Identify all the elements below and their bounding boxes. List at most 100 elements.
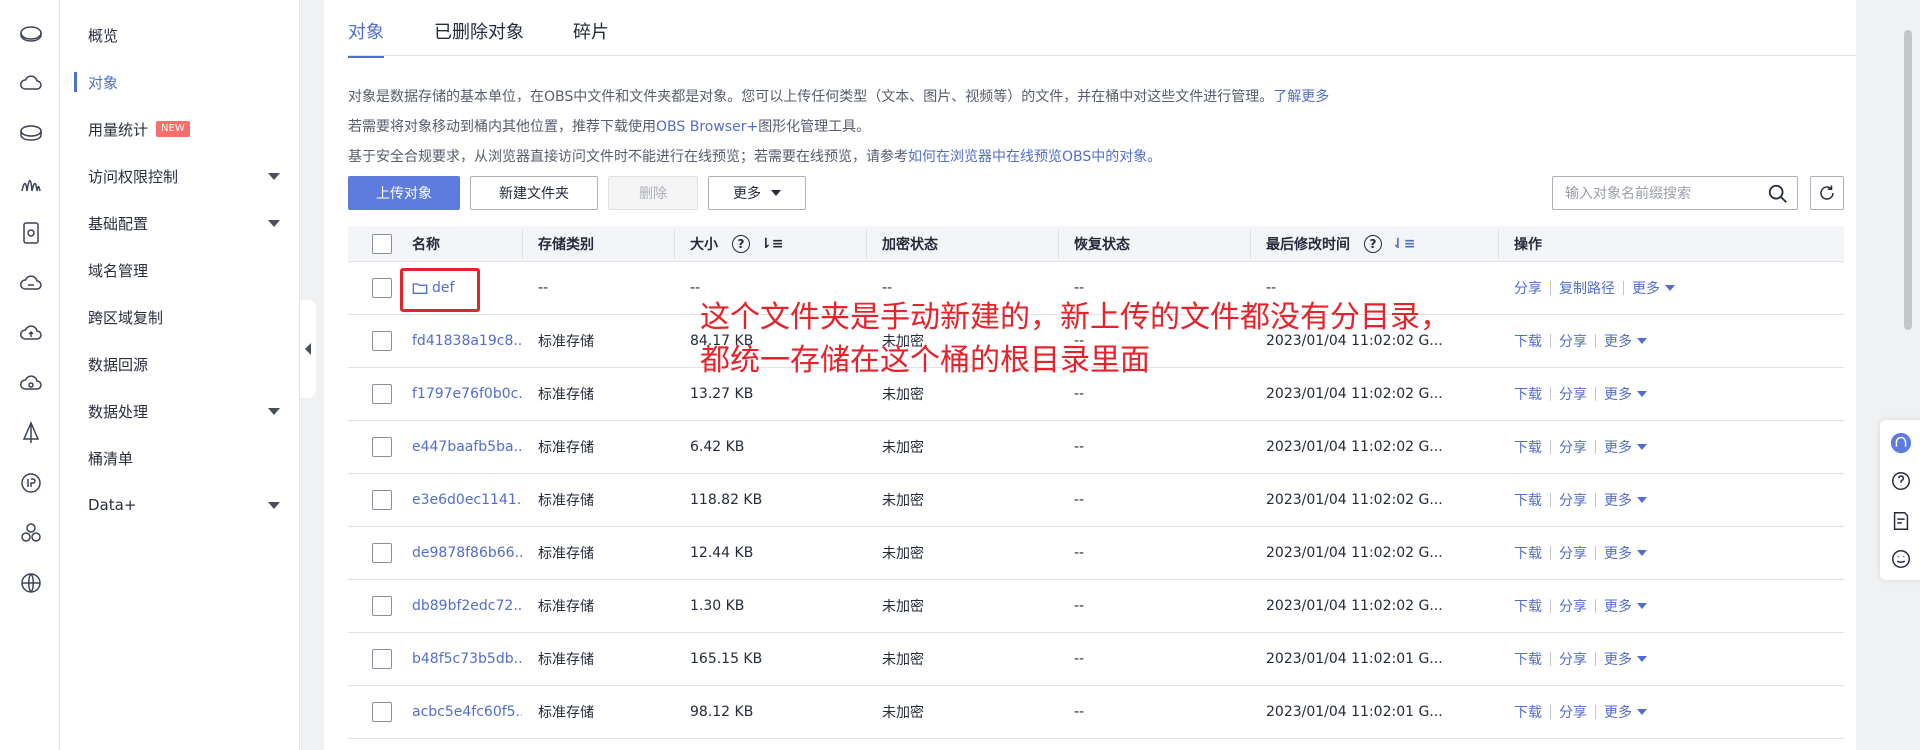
download-link[interactable]: 下载 — [1514, 649, 1542, 669]
column-header-encryption[interactable]: 加密状态 — [882, 226, 938, 262]
sort-icon[interactable]: ⇃≡ — [1392, 236, 1415, 252]
nav-item-data-back-to-source[interactable]: 数据回源 — [60, 344, 300, 384]
storage-icon[interactable] — [18, 120, 44, 146]
copy-path-link[interactable]: 复制路径 — [1559, 278, 1615, 298]
nav-item-usage-stats[interactable]: 用量统计 NEW — [60, 109, 300, 149]
download-link[interactable]: 下载 — [1514, 437, 1542, 457]
bucket-icon[interactable] — [18, 20, 44, 46]
more-link[interactable]: 更多 — [1604, 596, 1632, 616]
object-name-link[interactable]: b48f5c73b5db... — [412, 633, 522, 685]
more-link[interactable]: 更多 — [1604, 649, 1632, 669]
download-link[interactable]: 下载 — [1514, 543, 1542, 563]
nav-item-access-control[interactable]: 访问权限控制 — [60, 156, 300, 196]
more-actions-button[interactable]: 更多 — [708, 176, 806, 210]
table-row[interactable]: acbc5e4fc60f5... 标准存储 98.12 KB 未加密 -- 20… — [348, 686, 1844, 739]
cloud-upload-icon[interactable] — [18, 320, 44, 346]
share-link[interactable]: 分享 — [1559, 331, 1587, 351]
tab-objects[interactable]: 对象 — [348, 18, 384, 58]
learn-more-link[interactable]: 了解更多 — [1273, 89, 1329, 105]
analytics-icon[interactable] — [18, 170, 44, 196]
share-link[interactable]: 分享 — [1559, 490, 1587, 510]
table-row[interactable]: e3e6d0ec1141... 标准存储 118.82 KB 未加密 -- 20… — [348, 474, 1844, 527]
object-name-link[interactable]: db89bf2edc72... — [412, 580, 522, 632]
cloud-icon[interactable] — [18, 70, 44, 96]
share-link[interactable]: 分享 — [1559, 543, 1587, 563]
cluster-icon[interactable] — [18, 520, 44, 546]
nav-item-data-processing[interactable]: 数据处理 — [60, 391, 300, 431]
table-row[interactable]: e447baafb5ba... 标准存储 6.42 KB 未加密 -- 2023… — [348, 421, 1844, 474]
nav-item-basic-config[interactable]: 基础配置 — [60, 203, 300, 243]
customer-service-icon[interactable] — [1888, 430, 1914, 456]
search-icon[interactable] — [1767, 183, 1789, 205]
download-link[interactable]: 下载 — [1514, 596, 1542, 616]
search-input[interactable] — [1565, 183, 1761, 203]
object-name-link[interactable]: e447baafb5ba... — [412, 421, 522, 473]
more-link[interactable]: 更多 — [1604, 702, 1632, 722]
globe-icon[interactable] — [18, 570, 44, 596]
nav-item-cross-region-replication[interactable]: 跨区域复制 — [60, 297, 300, 337]
row-checkbox[interactable] — [372, 490, 392, 510]
table-row[interactable]: db89bf2edc72... 标准存储 1.30 KB 未加密 -- 2023… — [348, 580, 1844, 633]
upload-object-button[interactable]: 上传对象 — [348, 176, 460, 210]
smile-icon[interactable] — [1888, 546, 1914, 572]
object-name-link[interactable]: f1797e76f0b0c... — [412, 368, 522, 420]
device-icon[interactable] — [18, 220, 44, 246]
cloud-sync-icon[interactable] — [18, 270, 44, 296]
object-name-link[interactable]: e3e6d0ec1141... — [412, 474, 522, 526]
help-icon[interactable]: ? — [1364, 235, 1382, 253]
share-link[interactable]: 分享 — [1559, 437, 1587, 457]
more-link[interactable]: 更多 — [1604, 384, 1632, 404]
collapse-nav-handle[interactable] — [300, 300, 316, 398]
column-header-size[interactable]: 大小? ⇂≡ — [690, 226, 783, 262]
nav-item-objects[interactable]: 对象 — [60, 62, 300, 102]
row-checkbox[interactable] — [372, 331, 392, 351]
row-checkbox[interactable] — [372, 596, 392, 616]
more-link[interactable]: 更多 — [1604, 490, 1632, 510]
new-folder-button[interactable]: 新建文件夹 — [470, 176, 598, 210]
nav-item-data-plus[interactable]: Data+ — [60, 485, 300, 525]
table-row[interactable]: b48f5c73b5db... 标准存储 165.15 KB 未加密 -- 20… — [348, 633, 1844, 686]
row-checkbox[interactable] — [372, 702, 392, 722]
object-name-link[interactable]: acbc5e4fc60f5... — [412, 686, 522, 738]
help-icon[interactable] — [1888, 468, 1914, 494]
obs-browser-link[interactable]: OBS Browser+ — [656, 119, 758, 135]
help-icon[interactable]: ? — [732, 235, 750, 253]
download-link[interactable]: 下载 — [1514, 702, 1542, 722]
row-checkbox[interactable] — [372, 649, 392, 669]
cloud-settings-icon[interactable] — [18, 370, 44, 396]
table-row[interactable]: de9878f86b66... 标准存储 12.44 KB 未加密 -- 202… — [348, 527, 1844, 580]
delete-button[interactable]: 删除 — [608, 176, 698, 210]
download-link[interactable]: 下载 — [1514, 384, 1542, 404]
ip-icon[interactable] — [18, 470, 44, 496]
more-link[interactable]: 更多 — [1604, 437, 1632, 457]
share-link[interactable]: 分享 — [1559, 702, 1587, 722]
more-link[interactable]: 更多 — [1604, 543, 1632, 563]
column-header-name[interactable]: 名称 — [412, 226, 440, 262]
row-checkbox[interactable] — [372, 384, 392, 404]
online-preview-guide-link[interactable]: 如何在浏览器中在线预览OBS中的对象。 — [908, 149, 1161, 165]
nav-item-domain-management[interactable]: 域名管理 — [60, 250, 300, 290]
download-link[interactable]: 下载 — [1514, 331, 1542, 351]
refresh-button[interactable] — [1810, 176, 1844, 210]
select-all-checkbox[interactable] — [372, 234, 392, 254]
share-link[interactable]: 分享 — [1559, 384, 1587, 404]
tab-deleted-objects[interactable]: 已删除对象 — [434, 18, 524, 56]
column-header-modified[interactable]: 最后修改时间? ⇃≡ — [1266, 226, 1415, 262]
sail-icon[interactable] — [18, 420, 44, 446]
more-link[interactable]: 更多 — [1604, 331, 1632, 351]
row-checkbox[interactable] — [372, 437, 392, 457]
row-checkbox[interactable] — [372, 543, 392, 563]
share-link[interactable]: 分享 — [1559, 596, 1587, 616]
nav-item-bucket-inventory[interactable]: 桶清单 — [60, 438, 300, 478]
tab-fragments[interactable]: 碎片 — [573, 18, 609, 56]
nav-item-overview[interactable]: 概览 — [60, 15, 300, 55]
share-link[interactable]: 分享 — [1514, 278, 1542, 298]
column-header-storage-class[interactable]: 存储类别 — [538, 226, 594, 262]
download-link[interactable]: 下载 — [1514, 490, 1542, 510]
column-header-restore[interactable]: 恢复状态 — [1074, 226, 1130, 262]
share-link[interactable]: 分享 — [1559, 649, 1587, 669]
object-name-link[interactable]: de9878f86b66... — [412, 527, 522, 579]
row-checkbox[interactable] — [372, 278, 392, 298]
feedback-icon[interactable] — [1888, 508, 1914, 534]
object-name-link[interactable]: fd41838a19c8... — [412, 315, 522, 367]
